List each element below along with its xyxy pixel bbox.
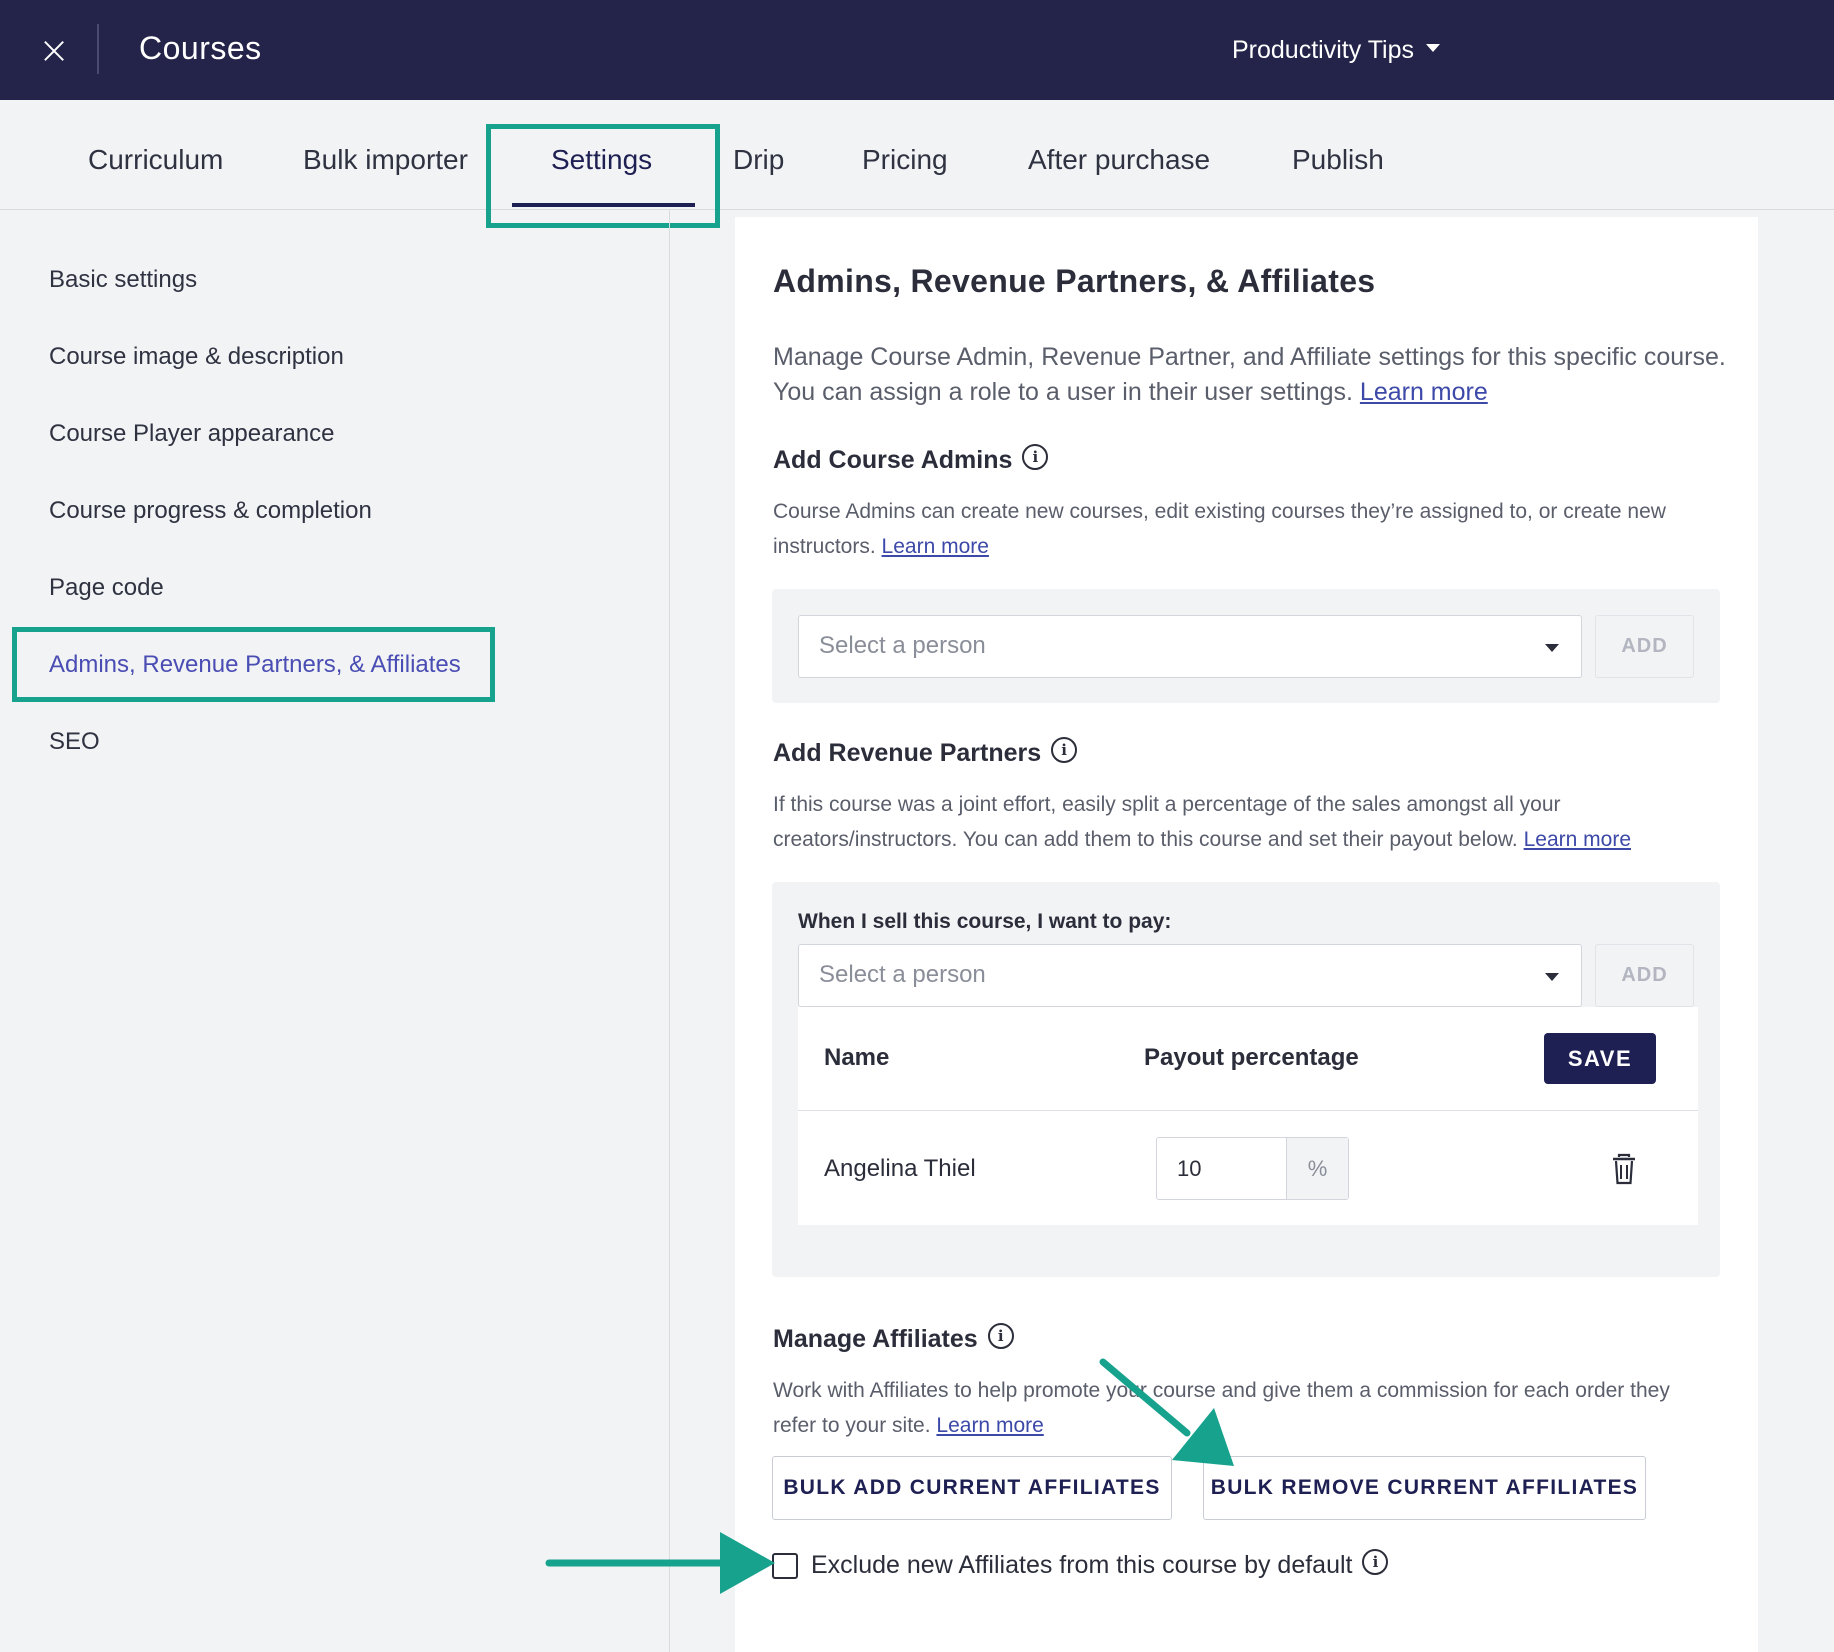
affiliates-heading: Manage Affiliates i — [773, 1323, 1014, 1354]
add-course-admin-button[interactable]: ADD — [1595, 615, 1694, 678]
payout-field-label: When I sell this course, I want to pay: — [798, 910, 1172, 933]
sidebar-item-progress-completion[interactable]: Course progress & completion — [49, 497, 372, 525]
select-placeholder: Select a person — [819, 961, 986, 988]
course-admins-learn-more-link[interactable]: Learn more — [882, 535, 989, 558]
affiliates-heading-text: Manage Affiliates — [773, 1325, 978, 1353]
add-revenue-partner-button[interactable]: ADD — [1595, 944, 1694, 1007]
caret-down-icon — [1545, 644, 1559, 652]
page-title: Courses — [139, 30, 262, 66]
revenue-partners-description: If this course was a joint effort, easil… — [773, 787, 1733, 857]
sidebar-item-highlight — [12, 627, 495, 702]
revenue-partner-select[interactable]: Select a person — [798, 944, 1582, 1007]
course-admin-select[interactable]: Select a person — [798, 615, 1582, 678]
sidebar-item-course-image[interactable]: Course image & description — [49, 343, 344, 371]
sidebar-item-player-appearance[interactable]: Course Player appearance — [49, 420, 335, 448]
sidebar-item-seo[interactable]: SEO — [49, 728, 100, 756]
payout-value: 10 — [1177, 1156, 1202, 1181]
school-switcher[interactable]: Productivity Tips — [1232, 36, 1441, 65]
tab-pricing[interactable]: Pricing — [862, 144, 948, 176]
info-icon[interactable]: i — [1051, 737, 1078, 764]
course-admins-heading-text: Add Course Admins — [773, 446, 1013, 474]
revenue-partners-heading: Add Revenue Partners i — [773, 737, 1078, 768]
exclude-affiliates-text: Exclude new Affiliates from this course … — [811, 1551, 1353, 1579]
revenue-partners-desc-text: If this course was a joint effort, easil… — [773, 793, 1561, 851]
revenue-partners-box: When I sell this course, I want to pay: … — [772, 882, 1720, 1277]
tab-publish[interactable]: Publish — [1292, 144, 1384, 176]
affiliates-description: Work with Affiliates to help promote you… — [773, 1373, 1703, 1443]
tab-curriculum[interactable]: Curriculum — [88, 144, 223, 176]
payout-percentage-input[interactable]: 10 % — [1156, 1137, 1349, 1200]
info-icon[interactable]: i — [1022, 444, 1049, 471]
section-title: Admins, Revenue Partners, & Affiliates — [773, 263, 1376, 299]
tab-bulk-importer[interactable]: Bulk importer — [303, 144, 468, 176]
trash-icon[interactable] — [1609, 1153, 1639, 1187]
sidebar-item-page-code[interactable]: Page code — [49, 574, 164, 602]
affiliates-learn-more-link[interactable]: Learn more — [936, 1414, 1043, 1437]
tab-drip[interactable]: Drip — [733, 144, 784, 176]
affiliates-desc-text: Work with Affiliates to help promote you… — [773, 1379, 1670, 1437]
intro-learn-more-link[interactable]: Learn more — [1360, 378, 1488, 406]
percent-suffix: % — [1286, 1138, 1348, 1199]
partner-name: Angelina Thiel — [824, 1155, 976, 1182]
course-admins-box: Select a person ADD — [772, 589, 1720, 703]
exclude-affiliates-label: Exclude new Affiliates from this course … — [811, 1549, 1389, 1580]
school-name: Productivity Tips — [1232, 36, 1415, 64]
column-header-payout: Payout percentage — [1144, 1044, 1359, 1071]
settings-sidebar: Basic settings Course image & descriptio… — [0, 210, 670, 1652]
tab-after-purchase[interactable]: After purchase — [1028, 144, 1210, 176]
top-bar: × Courses Productivity Tips — [0, 0, 1834, 100]
topbar-divider — [97, 24, 99, 74]
revenue-partners-learn-more-link[interactable]: Learn more — [1524, 828, 1631, 851]
table-row: Angelina Thiel 10 % — [798, 1111, 1698, 1225]
bulk-remove-affiliates-button[interactable]: BULK REMOVE CURRENT AFFILIATES — [1203, 1456, 1646, 1520]
caret-down-icon — [1426, 44, 1441, 53]
select-placeholder: Select a person — [819, 632, 986, 659]
save-button[interactable]: SAVE — [1544, 1033, 1656, 1084]
bulk-add-affiliates-button[interactable]: BULK ADD CURRENT AFFILIATES — [772, 1456, 1172, 1520]
revenue-partners-heading-text: Add Revenue Partners — [773, 739, 1042, 767]
settings-panel: Admins, Revenue Partners, & Affiliates M… — [735, 217, 1758, 1652]
course-admins-heading: Add Course Admins i — [773, 444, 1049, 475]
info-icon[interactable]: i — [987, 1323, 1014, 1350]
course-tabs: Curriculum Bulk importer Settings Drip P… — [0, 100, 1834, 210]
close-icon[interactable]: × — [34, 30, 74, 70]
column-header-name: Name — [824, 1044, 890, 1071]
caret-down-icon — [1545, 973, 1559, 981]
course-admins-description: Course Admins can create new courses, ed… — [773, 494, 1703, 564]
exclude-affiliates-checkbox[interactable] — [772, 1553, 798, 1579]
sidebar-item-basic-settings[interactable]: Basic settings — [49, 266, 197, 294]
revenue-partners-table: Name Payout percentage SAVE Angelina Thi… — [798, 1007, 1698, 1225]
info-icon[interactable]: i — [1362, 1549, 1389, 1576]
intro-text: Manage Course Admin, Revenue Partner, an… — [773, 343, 1726, 406]
section-intro: Manage Course Admin, Revenue Partner, an… — [773, 340, 1753, 410]
